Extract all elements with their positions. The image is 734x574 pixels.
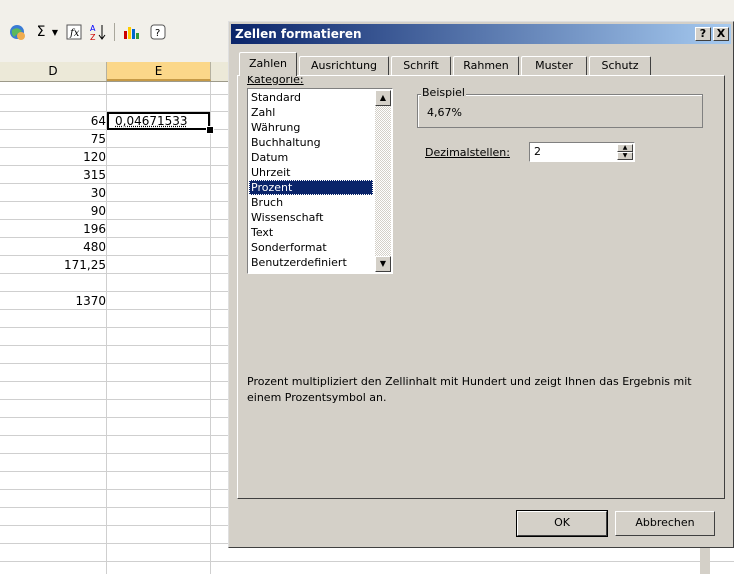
tab-zahlen[interactable]: Zahlen: [239, 52, 297, 76]
cell-d[interactable]: 171,25: [0, 257, 106, 274]
dropdown-arrow-icon[interactable]: ▼: [50, 22, 60, 42]
list-item[interactable]: Buchhaltung: [249, 135, 373, 150]
column-header-e[interactable]: E: [107, 62, 211, 81]
tab-rahmen[interactable]: Rahmen: [453, 56, 519, 75]
close-button[interactable]: X: [713, 27, 729, 41]
cell-d[interactable]: 480: [0, 239, 106, 256]
tab-muster[interactable]: Muster: [521, 56, 587, 75]
decimals-spinner[interactable]: 2 ▲ ▼: [529, 142, 635, 162]
cell-d[interactable]: 30: [0, 185, 106, 202]
listbox-scrollbar[interactable]: ▲ ▼: [375, 90, 391, 272]
svg-text:fx: fx: [69, 28, 80, 39]
sample-label: Beispiel: [421, 86, 466, 99]
sum-symbol: Σ: [36, 24, 46, 40]
window-edge: [700, 548, 710, 574]
list-item[interactable]: Währung: [249, 120, 373, 135]
list-item[interactable]: Standard: [249, 90, 373, 105]
list-item[interactable]: Benutzerdefiniert: [249, 255, 373, 270]
list-item[interactable]: Datum: [249, 150, 373, 165]
fill-handle[interactable]: [206, 126, 214, 134]
toolbar-separator: [114, 23, 115, 41]
cell-d[interactable]: 196: [0, 221, 106, 238]
spin-up-icon[interactable]: ▲: [617, 144, 633, 152]
active-cell-e[interactable]: 0,04671533: [107, 112, 210, 130]
list-item[interactable]: Sonderformat: [249, 240, 373, 255]
svg-text:?: ?: [155, 28, 160, 39]
sort-ascending-icon[interactable]: AZ: [88, 22, 108, 42]
ok-button[interactable]: OK: [516, 510, 608, 537]
cell-d[interactable]: 1370: [0, 293, 106, 310]
category-listbox[interactable]: Standard Zahl Währung Buchhaltung Datum …: [247, 88, 393, 274]
cancel-button[interactable]: Abbrechen: [615, 511, 715, 536]
web-icon[interactable]: [6, 22, 28, 42]
tab-ausrichtung[interactable]: Ausrichtung: [299, 56, 389, 75]
scroll-up-arrow-icon[interactable]: ▲: [375, 90, 391, 106]
dialog-titlebar[interactable]: Zellen formatieren ? X: [231, 24, 731, 44]
cell-d[interactable]: [0, 275, 106, 292]
insert-function-icon[interactable]: fx: [64, 22, 84, 42]
list-item[interactable]: Bruch: [249, 195, 373, 210]
svg-text:Z: Z: [90, 33, 96, 41]
svg-text:A: A: [90, 24, 96, 33]
cell-d[interactable]: 120: [0, 149, 106, 166]
cell-d[interactable]: 90: [0, 203, 106, 220]
cell-d[interactable]: 64: [0, 113, 106, 130]
decimals-label: Dezimalstellen:: [425, 146, 510, 159]
format-cells-dialog: Zellen formatieren ? X Zahlen Ausrichtun…: [228, 21, 734, 548]
scroll-down-arrow-icon[interactable]: ▼: [375, 256, 391, 272]
decimals-value[interactable]: 2: [534, 145, 541, 158]
list-item[interactable]: Uhrzeit: [249, 165, 373, 180]
cell-d[interactable]: 75: [0, 131, 106, 148]
help-icon[interactable]: ?: [148, 22, 168, 42]
help-button[interactable]: ?: [695, 27, 711, 41]
dialog-title: Zellen formatieren: [235, 27, 362, 41]
list-item[interactable]: Wissenschaft: [249, 210, 373, 225]
sum-icon[interactable]: Σ: [34, 22, 48, 42]
sample-value: 4,67%: [427, 106, 462, 119]
list-item[interactable]: Text: [249, 225, 373, 240]
category-description: Prozent multipliziert den Zellinhalt mit…: [247, 375, 692, 404]
spin-down-icon[interactable]: ▼: [617, 152, 633, 160]
column-header-d[interactable]: D: [0, 62, 107, 81]
list-item-selected[interactable]: Prozent: [249, 180, 373, 195]
tab-schrift[interactable]: Schrift: [391, 56, 451, 75]
cell-d[interactable]: 315: [0, 167, 106, 184]
chart-wizard-icon[interactable]: [120, 22, 142, 42]
scroll-track[interactable]: [375, 106, 391, 256]
list-item[interactable]: Zahl: [249, 105, 373, 120]
tab-schutz[interactable]: Schutz: [589, 56, 651, 75]
